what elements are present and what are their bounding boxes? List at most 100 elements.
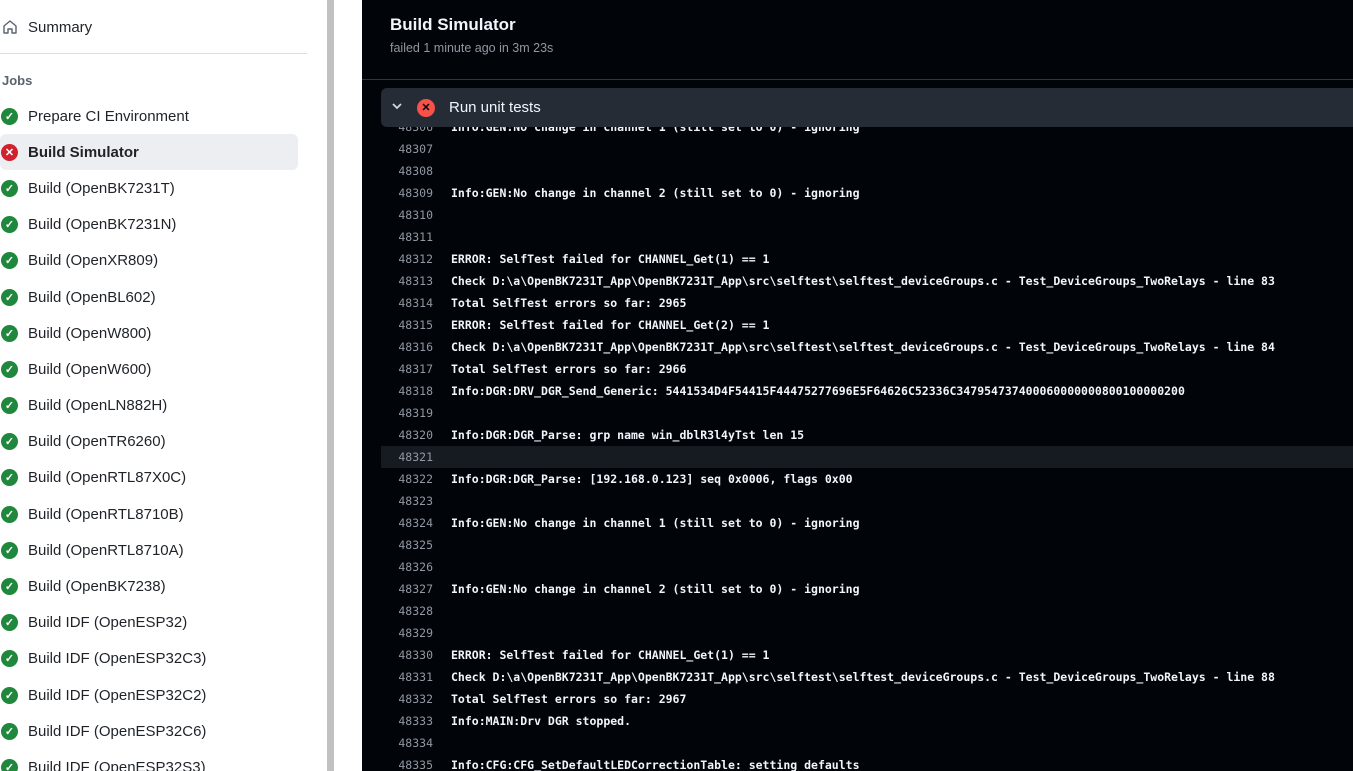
job-label: Prepare CI Environment: [28, 107, 189, 125]
line-number[interactable]: 48329: [381, 626, 433, 640]
line-number[interactable]: 48328: [381, 604, 433, 618]
line-number[interactable]: 48330: [381, 648, 433, 662]
check-circle-icon: ✓: [1, 324, 18, 342]
check-circle-icon: ✓: [1, 288, 18, 306]
job-item[interactable]: ✓ Build (OpenW800): [0, 315, 298, 351]
job-label: Build (OpenBK7231T): [28, 179, 175, 197]
sidebar-scrollbar[interactable]: [327, 0, 334, 771]
check-circle-icon: ✓: [1, 216, 18, 234]
log-line: 48331 Check D:\a\OpenBK7231T_App\OpenBK72…: [381, 666, 1353, 688]
line-number[interactable]: 48307: [381, 142, 433, 156]
failure-icon: ✕: [417, 98, 435, 117]
log-text: Info:GEN:No change in channel 2 (still s…: [451, 582, 860, 596]
log-text: Total SelfTest errors so far: 2965: [451, 296, 687, 310]
line-number[interactable]: 48315: [381, 318, 433, 332]
line-number[interactable]: 48322: [381, 472, 433, 486]
log-line: 48334: [381, 732, 1353, 754]
check-circle-icon: ✓: [1, 578, 18, 596]
divider: [0, 53, 307, 54]
job-label: Build IDF (OpenESP32): [28, 614, 188, 632]
log-text: Info:CFG:CFG_SetDefaultLEDCorrectionTabl…: [451, 758, 860, 771]
job-label: Build (OpenW600): [28, 360, 152, 378]
line-number[interactable]: 48314: [381, 296, 433, 310]
log-line: 48320 Info:DGR:DGR_Parse: grp name win_db…: [381, 424, 1353, 446]
log-line: 48324 Info:GEN:No change in channel 1 (st…: [381, 512, 1353, 534]
job-label: Build (OpenBL602): [28, 288, 156, 306]
line-number[interactable]: 48321: [381, 450, 433, 464]
job-item[interactable]: ✓ Prepare CI Environment: [0, 98, 298, 134]
check-circle-icon: ✓: [1, 722, 18, 740]
log-line: 48316 Check D:\a\OpenBK7231T_App\OpenBK72…: [381, 336, 1353, 358]
line-number[interactable]: 48335: [381, 758, 433, 771]
job-item[interactable]: ✓ Build IDF (OpenESP32C6): [0, 713, 298, 749]
step-label: Run unit tests: [449, 99, 541, 116]
summary-link[interactable]: Summary: [0, 10, 92, 44]
summary-label: Summary: [28, 18, 93, 36]
job-item[interactable]: ✓ Build (OpenTR6260): [0, 424, 298, 460]
job-item[interactable]: ✓ Build (OpenRTL87X0C): [0, 460, 298, 496]
check-circle-icon: ✓: [1, 686, 18, 704]
line-number[interactable]: 48310: [381, 208, 433, 222]
line-number[interactable]: 48317: [381, 362, 433, 376]
check-circle-icon: ✓: [1, 505, 18, 523]
sidebar: Summary Jobs ✓ Prepare CI Environment ✕ Bui…: [0, 0, 327, 771]
chevron-down-icon[interactable]: [391, 99, 403, 116]
job-item[interactable]: ✓ Build (OpenBK7231N): [0, 207, 298, 243]
log-line: 48312 ERROR: SelfTest failed for CHANNEL_…: [381, 248, 1353, 270]
check-circle-icon: ✓: [1, 433, 18, 451]
job-label: Build (OpenLN882H): [28, 397, 168, 415]
line-number[interactable]: 48324: [381, 516, 433, 530]
line-number[interactable]: 48318: [381, 384, 433, 398]
log-text: Check D:\a\OpenBK7231T_App\OpenBK7231T_A…: [451, 340, 1275, 354]
log-line: 48311: [381, 226, 1353, 248]
job-item[interactable]: ✓ Build (OpenLN882H): [0, 388, 298, 424]
line-number[interactable]: 48326: [381, 560, 433, 574]
log-text: ERROR: SelfTest failed for CHANNEL_Get(1…: [451, 252, 770, 266]
line-number[interactable]: 48309: [381, 186, 433, 200]
jobs-heading: Jobs: [2, 73, 33, 88]
job-label: Build IDF (OpenESP32C3): [28, 650, 207, 668]
line-number[interactable]: 48334: [381, 736, 433, 750]
log-output: 48306 Info:GEN:No change in channel 1 (st…: [381, 116, 1353, 771]
log-text: Total SelfTest errors so far: 2966: [451, 362, 687, 376]
line-number[interactable]: 48308: [381, 164, 433, 178]
line-number[interactable]: 48323: [381, 494, 433, 508]
job-item[interactable]: ✓ Build (OpenRTL8710A): [0, 532, 298, 568]
line-number[interactable]: 48319: [381, 406, 433, 420]
job-label: Build (OpenW800): [28, 324, 152, 342]
job-status-text: failed 1 minute ago in 3m 23s: [390, 41, 554, 55]
job-item[interactable]: ✓ Build (OpenXR809): [0, 243, 298, 279]
job-label: Build (OpenTR6260): [28, 433, 166, 451]
log-line: 48310: [381, 204, 1353, 226]
job-label: Build (OpenBK7231N): [28, 216, 177, 234]
line-number[interactable]: 48332: [381, 692, 433, 706]
job-item[interactable]: ✓ Build (OpenBL602): [0, 279, 298, 315]
line-number[interactable]: 48325: [381, 538, 433, 552]
step-header-run-unit-tests[interactable]: ✕ Run unit tests: [381, 88, 1353, 127]
line-number[interactable]: 48320: [381, 428, 433, 442]
log-line: 48315 ERROR: SelfTest failed for CHANNEL_…: [381, 314, 1353, 336]
log-text: Info:DGR:DGR_Parse: grp name win_dblR3l4…: [451, 428, 805, 442]
line-number[interactable]: 48311: [381, 230, 433, 244]
log-line: 48307: [381, 138, 1353, 160]
job-item[interactable]: ✓ Build IDF (OpenESP32C2): [0, 677, 298, 713]
line-number[interactable]: 48331: [381, 670, 433, 684]
job-item[interactable]: ✕ Build Simulator: [0, 134, 298, 171]
x-circle-icon: ✕: [1, 143, 18, 161]
job-item[interactable]: ✓ Build (OpenBK7231T): [0, 170, 298, 206]
line-number[interactable]: 48333: [381, 714, 433, 728]
log-line: 48309 Info:GEN:No change in channel 2 (st…: [381, 182, 1353, 204]
job-item[interactable]: ✓ Build (OpenRTL8710B): [0, 496, 298, 532]
line-number[interactable]: 48327: [381, 582, 433, 596]
line-number[interactable]: 48312: [381, 252, 433, 266]
job-item[interactable]: ✓ Build IDF (OpenESP32): [0, 605, 298, 641]
check-circle-icon: ✓: [1, 541, 18, 559]
job-item[interactable]: ✓ Build IDF (OpenESP32S3): [0, 749, 298, 771]
job-item[interactable]: ✓ Build (OpenW600): [0, 351, 298, 387]
job-item[interactable]: ✓ Build (OpenBK7238): [0, 568, 298, 604]
line-number[interactable]: 48313: [381, 274, 433, 288]
log-text: ERROR: SelfTest failed for CHANNEL_Get(1…: [451, 648, 770, 662]
job-label: Build (OpenXR809): [28, 252, 159, 270]
line-number[interactable]: 48316: [381, 340, 433, 354]
job-item[interactable]: ✓ Build IDF (OpenESP32C3): [0, 641, 298, 677]
